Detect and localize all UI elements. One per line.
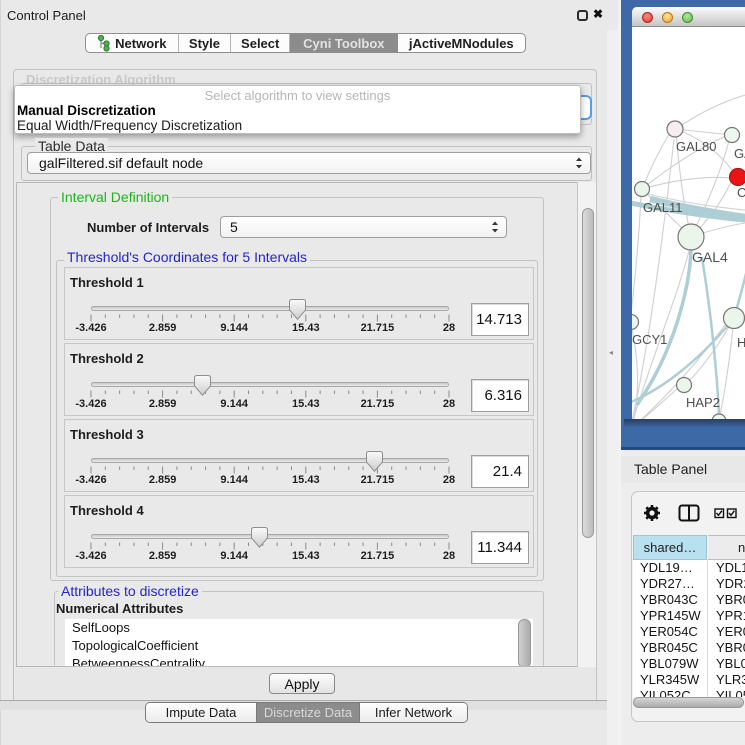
svg-text:GAL4: GAL4: [692, 249, 728, 265]
svg-text:H: H: [737, 335, 745, 350]
svg-text:GAL11: GAL11: [643, 200, 683, 215]
svg-text:C: C: [737, 185, 745, 200]
svg-text:GA: GA: [734, 146, 745, 161]
svg-text:GCY1: GCY1: [632, 332, 667, 347]
svg-text:HAP2: HAP2: [686, 395, 720, 410]
svg-text:GAL80: GAL80: [676, 139, 716, 154]
